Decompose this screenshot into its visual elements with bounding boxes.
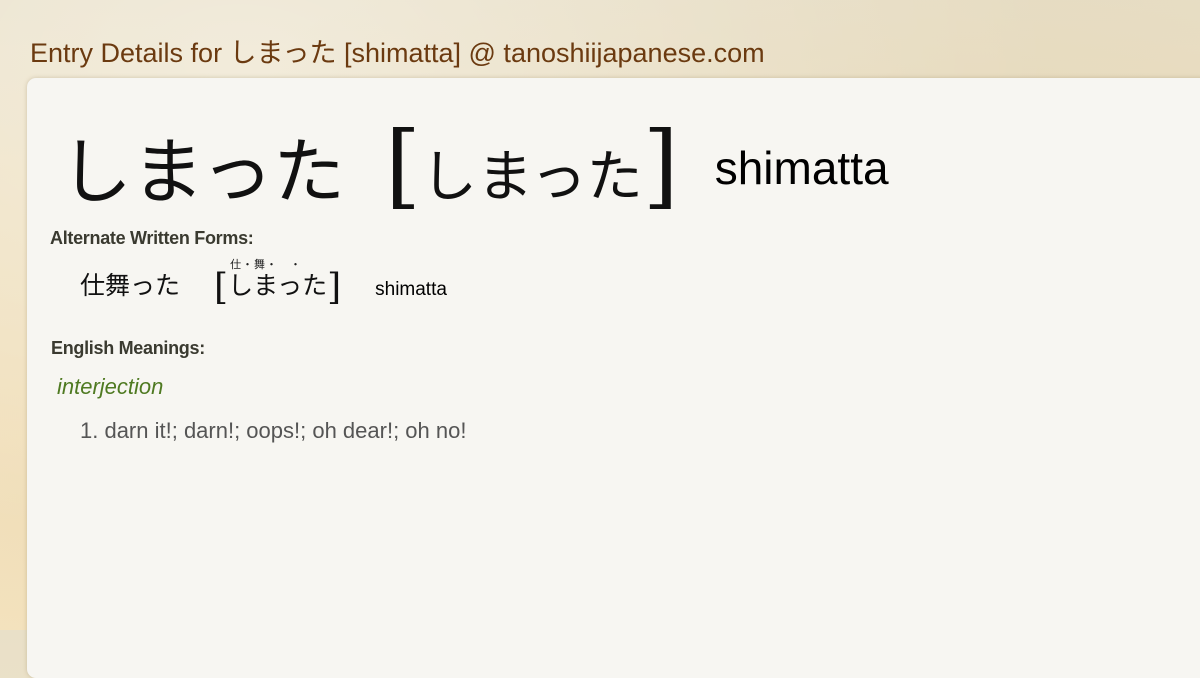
alternate-form-written: 仕舞った: [80, 271, 181, 300]
alternate-form-row: 仕舞った [ 仕・舞・ ・ しまった ] shimatta: [80, 258, 447, 310]
alternate-bracket-open: [: [214, 267, 229, 308]
reading-bracket-open: [: [385, 111, 422, 219]
reading-bracket-close: ]: [642, 111, 679, 219]
alternate-form-ruby: 仕・舞・ ・: [230, 258, 303, 271]
alternate-forms-label: Alternate Written Forms:: [50, 228, 254, 248]
entry-romaji: shimatta: [714, 141, 889, 194]
part-of-speech-label: interjection: [57, 374, 164, 399]
meanings-list: 1. darn it!; darn!; oops!; oh dear!; oh …: [80, 418, 466, 444]
entry-headword: しまった: [60, 130, 346, 214]
entry-reading: しまった: [421, 145, 643, 210]
english-meanings-label: English Meanings:: [51, 338, 205, 358]
alternate-bracket-close: ]: [327, 267, 342, 308]
meaning-item: 1. darn it!; darn!; oops!; oh dear!; oh …: [80, 418, 467, 443]
main-entry: しまった [ しまった ] shimatta: [60, 111, 889, 219]
page-title: Entry Details for しまった [shimatta] @ tano…: [30, 38, 765, 68]
alternate-form-romaji: shimatta: [375, 279, 447, 300]
alternate-form-reading-wrapper: 仕・舞・ ・ しまった: [228, 258, 328, 310]
alternate-form-reading: しまった: [228, 271, 328, 300]
